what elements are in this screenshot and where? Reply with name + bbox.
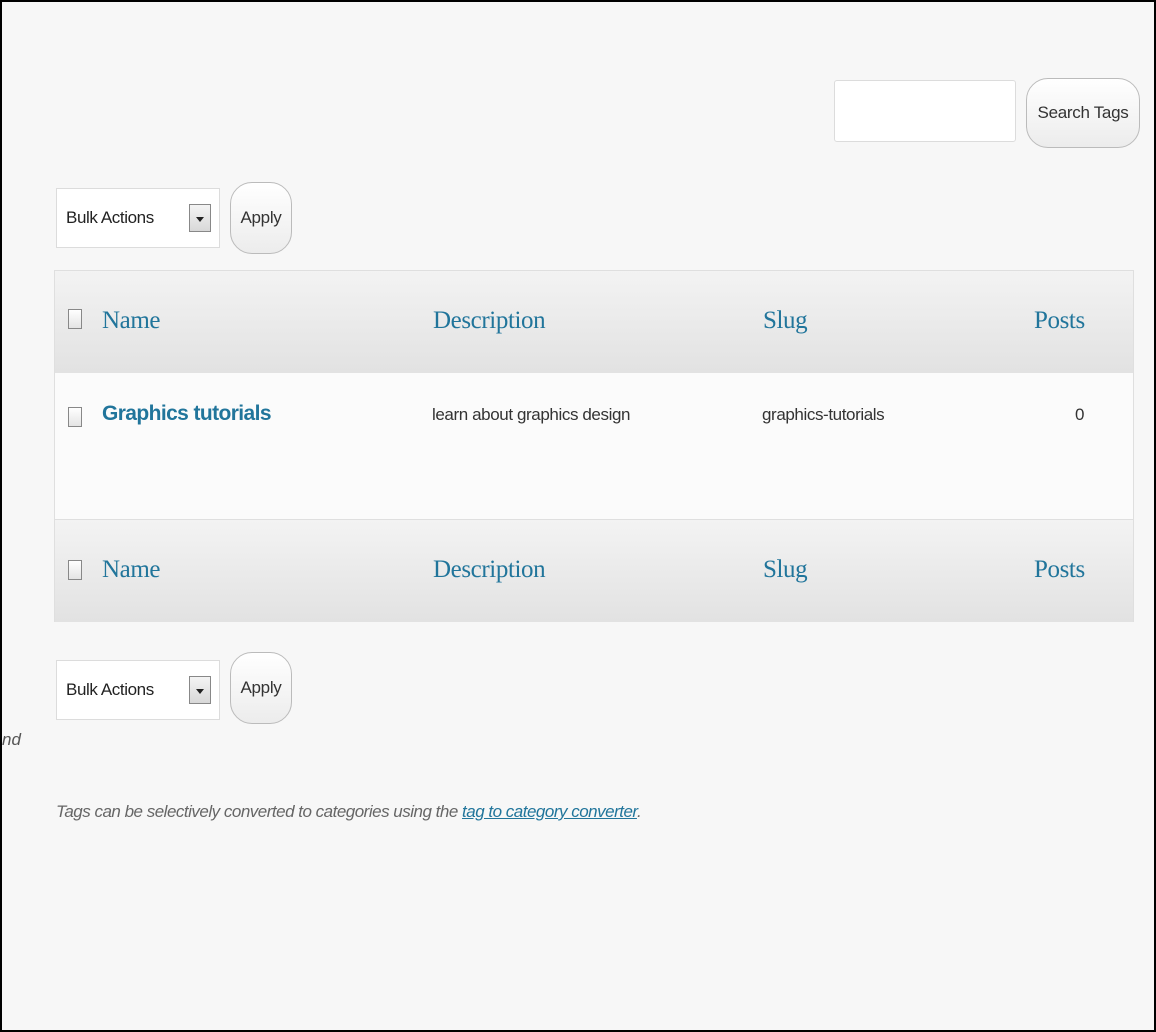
note-suffix: . <box>636 802 642 821</box>
bulk-actions-value: Bulk Actions <box>66 208 154 227</box>
column-footer-name[interactable]: Name <box>102 556 160 584</box>
select-all-checkbox-bottom[interactable] <box>68 560 82 580</box>
converter-note: Tags can be selectively converted to cat… <box>56 802 642 822</box>
tags-table: Name Description Slug Posts Graphics tut… <box>54 270 1134 622</box>
bulk-actions-select-top[interactable]: Bulk Actions <box>56 188 220 248</box>
tag-description: learn about graphics design <box>432 405 631 424</box>
tag-posts-count[interactable]: 0 <box>1075 405 1084 425</box>
tag-name-link[interactable]: Graphics tutorials <box>102 402 272 426</box>
row-checkbox[interactable] <box>68 407 82 427</box>
page-frame: Search Tags Bulk Actions Apply Name Desc… <box>0 0 1156 1032</box>
bulk-actions-value: Bulk Actions <box>66 680 154 699</box>
table-header: Name Description Slug Posts <box>55 271 1133 374</box>
column-header-description[interactable]: Description <box>433 307 546 335</box>
column-footer-description[interactable]: Description <box>433 556 546 584</box>
column-header-slug[interactable]: Slug <box>763 307 808 335</box>
apply-button-bottom[interactable]: Apply <box>230 652 292 724</box>
search-tags-button[interactable]: Search Tags <box>1026 78 1140 148</box>
apply-button-top[interactable]: Apply <box>230 182 292 254</box>
chevron-down-icon[interactable] <box>189 204 211 232</box>
clipped-side-text: nd <box>2 730 21 749</box>
select-all-checkbox-top[interactable] <box>68 309 82 329</box>
column-header-name[interactable]: Name <box>102 307 160 335</box>
bulk-actions-select-bottom[interactable]: Bulk Actions <box>56 660 220 720</box>
table-row: Graphics tutorials learn about graphics … <box>55 373 1133 519</box>
column-footer-posts[interactable]: Posts <box>1034 556 1085 584</box>
chevron-down-icon[interactable] <box>189 676 211 704</box>
note-prefix: Tags can be selectively converted to cat… <box>56 802 463 821</box>
tag-slug: graphics-tutorials <box>762 405 885 424</box>
column-footer-slug[interactable]: Slug <box>763 556 808 584</box>
table-footer: Name Description Slug Posts <box>55 519 1133 622</box>
search-tags-input[interactable] <box>834 80 1016 142</box>
tag-converter-link[interactable]: tag to category converter <box>462 802 637 821</box>
column-header-posts[interactable]: Posts <box>1034 307 1085 335</box>
